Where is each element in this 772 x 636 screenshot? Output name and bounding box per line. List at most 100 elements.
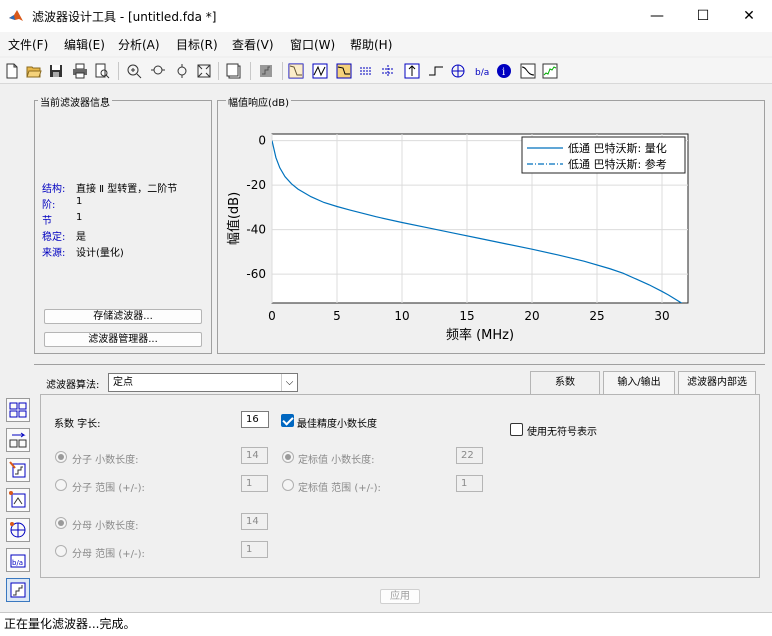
magnitude-phase-icon[interactable]: [334, 61, 354, 81]
filter-algorithm-value: 定点: [113, 377, 133, 388]
x-tick-label: 5: [333, 309, 341, 323]
impulse-response-icon[interactable]: [402, 61, 422, 81]
chart-legend[interactable]: 低通 巴特沃斯: 量化 低通 巴特沃斯: 参考: [521, 136, 686, 174]
unsigned-representation-checkbox[interactable]: [510, 423, 523, 436]
import-filter-icon[interactable]: [6, 458, 30, 482]
new-file-icon[interactable]: [2, 61, 22, 81]
stable-label: 稳定:: [42, 232, 66, 243]
menu-view[interactable]: 查看(V): [232, 36, 274, 53]
print-preview-icon[interactable]: [92, 61, 112, 81]
coefficients-tab-content: [40, 394, 760, 578]
close-button[interactable]: ✕: [726, 0, 772, 32]
phase-response-icon[interactable]: [310, 61, 330, 81]
stable-value: 是: [76, 232, 86, 243]
y-tick-label: -20: [246, 178, 266, 192]
zoom-in-icon[interactable]: [124, 61, 144, 81]
chevron-down-icon[interactable]: ⌵: [281, 374, 297, 391]
store-filter-button[interactable]: 存储滤波器...: [44, 309, 202, 324]
realize-model-icon[interactable]: [6, 428, 30, 452]
magnitude-estimate-icon[interactable]: [518, 61, 538, 81]
y-tick-label: 0: [258, 134, 266, 148]
multirate-design-icon[interactable]: [6, 518, 30, 542]
menu-target[interactable]: 目标(R): [176, 36, 218, 53]
window-title: 滤波器设计工具 - [untitled.fda *]: [32, 10, 217, 24]
matlab-logo-icon: [9, 10, 23, 21]
scale-range-input[interactable]: 1: [456, 475, 483, 492]
coeff-wordlength-label: 系数 字长:: [54, 419, 101, 430]
x-tick-label: 30: [654, 309, 669, 323]
full-view-icon[interactable]: [194, 61, 214, 81]
transform-filter-icon[interactable]: [6, 398, 30, 422]
tab-coefficients[interactable]: 系数: [530, 371, 600, 395]
step-response-icon[interactable]: [426, 61, 446, 81]
save-icon[interactable]: [46, 61, 66, 81]
menu-window[interactable]: 窗口(W): [290, 36, 335, 53]
zoom-x-icon[interactable]: [148, 61, 168, 81]
legend-entry-quantized: 低通 巴特沃斯: 量化: [568, 141, 667, 155]
open-folder-icon[interactable]: [24, 61, 44, 81]
sections-label: 节: [42, 216, 52, 227]
filter-algorithm-label: 滤波器算法:: [46, 380, 100, 391]
round-off-noise-icon[interactable]: [540, 61, 560, 81]
denominator-frac-radio[interactable]: [55, 517, 67, 529]
numerator-range-radio[interactable]: [55, 479, 67, 491]
scale-frac-input[interactable]: 22: [456, 447, 483, 464]
new-figure-icon[interactable]: [224, 61, 244, 81]
svg-text:b/a: b/a: [475, 68, 489, 78]
menu-analysis[interactable]: 分析(A): [118, 36, 160, 53]
pole-zero-icon[interactable]: [448, 61, 468, 81]
menu-edit[interactable]: 编辑(E): [64, 36, 105, 53]
svg-text:i: i: [502, 67, 505, 78]
status-bar: 正在量化滤波器...完成。: [0, 612, 772, 636]
scale-frac-radio[interactable]: [282, 451, 294, 463]
structure-value: 直接 Ⅱ 型转置，二阶节: [76, 184, 178, 195]
best-precision-checkbox[interactable]: [281, 414, 294, 427]
menu-bar: 文件(F) 编辑(E) 分析(A) 目标(R) 查看(V) 窗口(W) 帮助(H…: [0, 32, 772, 56]
magnitude-response-icon[interactable]: [286, 61, 306, 81]
sections-value: 1: [76, 212, 83, 223]
filter-algorithm-select[interactable]: 定点 ⌵: [108, 373, 298, 392]
magnitude-response-chart[interactable]: 0 5 10 15 20 25 30 0 -20 -40 -60 频率 (MHz) 幅值(dB) 低…: [218, 110, 764, 353]
order-value: 1: [76, 196, 83, 207]
svg-text:b/a: b/a: [12, 559, 23, 567]
numerator-frac-input[interactable]: 14: [241, 447, 268, 464]
x-tick-label: 10: [394, 309, 409, 323]
menu-help[interactable]: 帮助(H): [350, 36, 392, 53]
y-tick-label: -40: [246, 223, 266, 237]
tab-input-output[interactable]: 输入/输出: [603, 371, 675, 395]
print-icon[interactable]: [70, 61, 90, 81]
numerator-range-input[interactable]: 1: [241, 475, 268, 492]
x-tick-label: 0: [268, 309, 276, 323]
zoom-y-icon[interactable]: [172, 61, 192, 81]
legend-entry-reference: 低通 巴特沃斯: 参考: [568, 157, 667, 171]
title-bar: 滤波器设计工具 - [untitled.fda *] — ☐ ✕: [0, 0, 772, 32]
denominator-range-radio[interactable]: [55, 545, 67, 557]
filter-information-icon[interactable]: i: [494, 61, 514, 81]
denominator-range-input[interactable]: 1: [241, 541, 268, 558]
y-tick-label: -60: [246, 267, 266, 281]
x-axis-label: 频率 (MHz): [446, 327, 514, 343]
source-label: 来源:: [42, 248, 66, 259]
pole-zero-editor-icon[interactable]: [6, 488, 30, 512]
phase-delay-icon[interactable]: [378, 61, 398, 81]
apply-button[interactable]: 应用: [380, 589, 420, 604]
filter-manager-button[interactable]: 滤波器管理器...: [44, 332, 202, 347]
group-delay-icon[interactable]: [356, 61, 376, 81]
x-tick-label: 15: [459, 309, 474, 323]
denominator-frac-input[interactable]: 14: [241, 513, 268, 530]
scale-range-radio[interactable]: [282, 479, 294, 491]
minimize-button[interactable]: —: [634, 0, 680, 32]
y-axis-label: 幅值(dB): [226, 192, 242, 245]
coeff-wordlength-input[interactable]: 16: [241, 411, 269, 428]
best-precision-label: 最佳精度小数长度: [297, 419, 377, 430]
quantize-icon[interactable]: [256, 61, 276, 81]
maximize-button[interactable]: ☐: [680, 0, 726, 32]
tab-filter-internals[interactable]: 滤波器内部选: [678, 371, 756, 395]
menu-file[interactable]: 文件(F): [8, 36, 48, 53]
set-quantization-icon[interactable]: [6, 578, 30, 602]
source-value: 设计(量化): [76, 248, 124, 259]
order-label: 阶:: [42, 200, 56, 211]
sos-design-icon[interactable]: b/a: [6, 548, 30, 572]
numerator-frac-radio[interactable]: [55, 451, 67, 463]
filter-coefficients-icon[interactable]: b/a: [472, 61, 492, 81]
